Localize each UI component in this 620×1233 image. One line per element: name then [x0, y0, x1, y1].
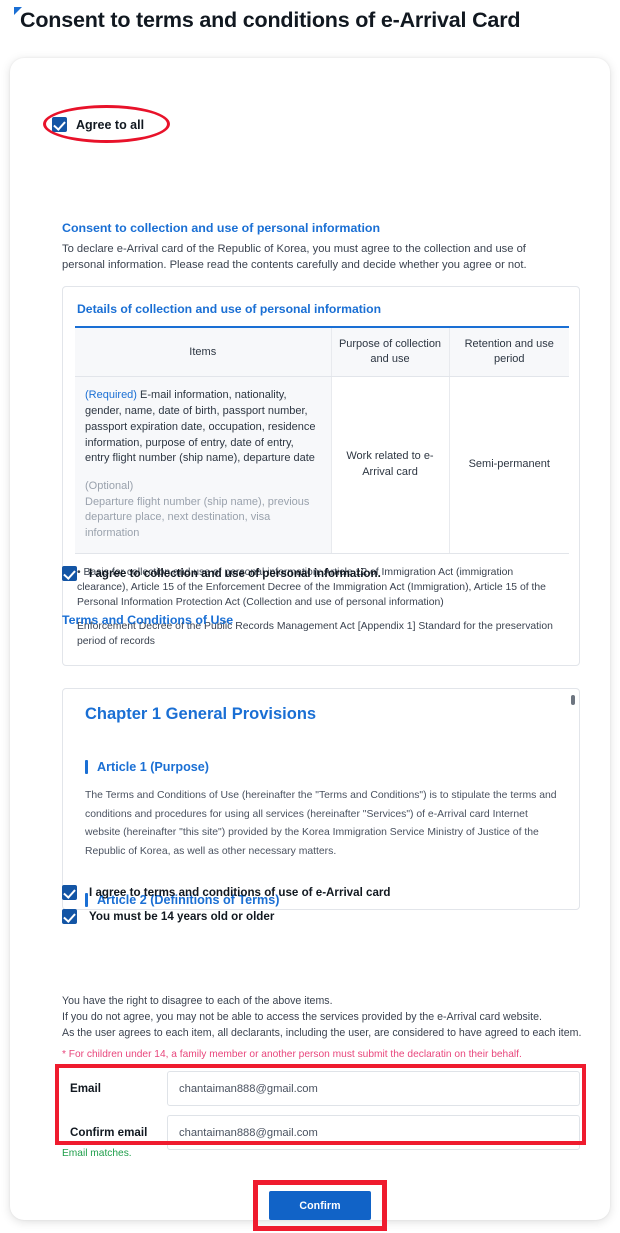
rights-note: You have the right to disagree to each o… [62, 995, 582, 1040]
article-1-title-text: Article 1 (Purpose) [97, 760, 209, 774]
agree-terms-row[interactable]: I agree to terms and conditions of use o… [62, 885, 391, 900]
agree-terms-label: I agree to terms and conditions of use o… [89, 886, 391, 899]
agree-terms-checkbox[interactable] [62, 885, 77, 900]
required-tag: (Required) [85, 389, 137, 402]
email-match-message: Email matches. [62, 1148, 132, 1159]
agree-age-row[interactable]: You must be 14 years old or older [62, 909, 274, 924]
confirm-email-label: Confirm email [70, 1126, 148, 1139]
cell-items: (Required) E-mail information, nationali… [75, 376, 332, 554]
agree-to-all-row[interactable]: Agree to all [52, 117, 144, 132]
consent-card: Agree to all Consent to collection and u… [10, 58, 610, 1231]
agree-personal-info-label: I agree to collection and use of persona… [89, 567, 381, 580]
consent-section-description: To declare e-Arrival card of the Republi… [62, 243, 527, 271]
cell-retention: Semi-permanent [449, 376, 569, 554]
consent-page: Consent to terms and conditions of e-Arr… [0, 0, 620, 1233]
confirm-email-row: Confirm email [62, 1115, 580, 1150]
chapter-title: Chapter 1 General Provisions [85, 705, 317, 723]
email-row: Email [62, 1071, 580, 1106]
article-1-title: Article 1 (Purpose) [85, 760, 557, 774]
cell-purpose: Work related to e-Arrival card [331, 376, 450, 554]
table-row: (Required) E-mail information, nationali… [75, 376, 569, 554]
details-box: Details of collection and use of persona… [62, 286, 580, 667]
agree-to-all-label: Agree to all [76, 117, 145, 132]
column-header-retention: Retention and use period [449, 327, 569, 378]
agree-personal-info-checkbox[interactable] [62, 566, 77, 581]
terms-scroll-box[interactable]: Chapter 1 General Provisions Article 1 (… [62, 688, 580, 910]
article-bar-icon [85, 760, 88, 774]
details-box-title: Details of collection and use of persona… [77, 302, 382, 316]
page-title: Consent to terms and conditions of e-Arr… [20, 8, 521, 32]
email-input[interactable] [167, 1071, 580, 1106]
table-header-row: Items Purpose of collection and use Rete… [75, 327, 569, 378]
email-label: Email [70, 1082, 101, 1095]
terms-content: Chapter 1 General Provisions Article 1 (… [63, 689, 579, 909]
optional-items-text: Departure flight number (ship name), pre… [85, 495, 310, 540]
agree-age-checkbox[interactable] [62, 909, 77, 924]
optional-tag: (Optional) [85, 479, 134, 492]
terms-scrollbar-thumb[interactable] [571, 695, 575, 705]
agree-age-label: You must be 14 years old or older [89, 910, 275, 923]
agree-to-all-checkbox[interactable] [52, 117, 67, 132]
optional-items-block: (Optional) Departure flight number (ship… [85, 479, 321, 542]
column-header-items: Items [75, 327, 332, 378]
confirm-email-input[interactable] [167, 1115, 580, 1150]
terms-section-heading: Terms and Conditions of Use [62, 613, 234, 627]
agree-personal-info-row[interactable]: I agree to collection and use of persona… [62, 566, 381, 581]
confirm-button[interactable]: Confirm [269, 1191, 371, 1220]
column-header-purpose: Purpose of collection and use [331, 327, 450, 378]
notes-spacer [63, 649, 579, 665]
collection-details-table: Items Purpose of collection and use Rete… [75, 326, 569, 554]
under-14-note: * For children under 14, a family member… [62, 1049, 522, 1060]
required-items-block: (Required) E-mail information, nationali… [85, 388, 321, 467]
email-fields-group: Email Confirm email [62, 1071, 580, 1150]
consent-section-heading: Consent to collection and use of persona… [62, 221, 381, 235]
article-1-body: The Terms and Conditions of Use (hereina… [85, 790, 557, 857]
